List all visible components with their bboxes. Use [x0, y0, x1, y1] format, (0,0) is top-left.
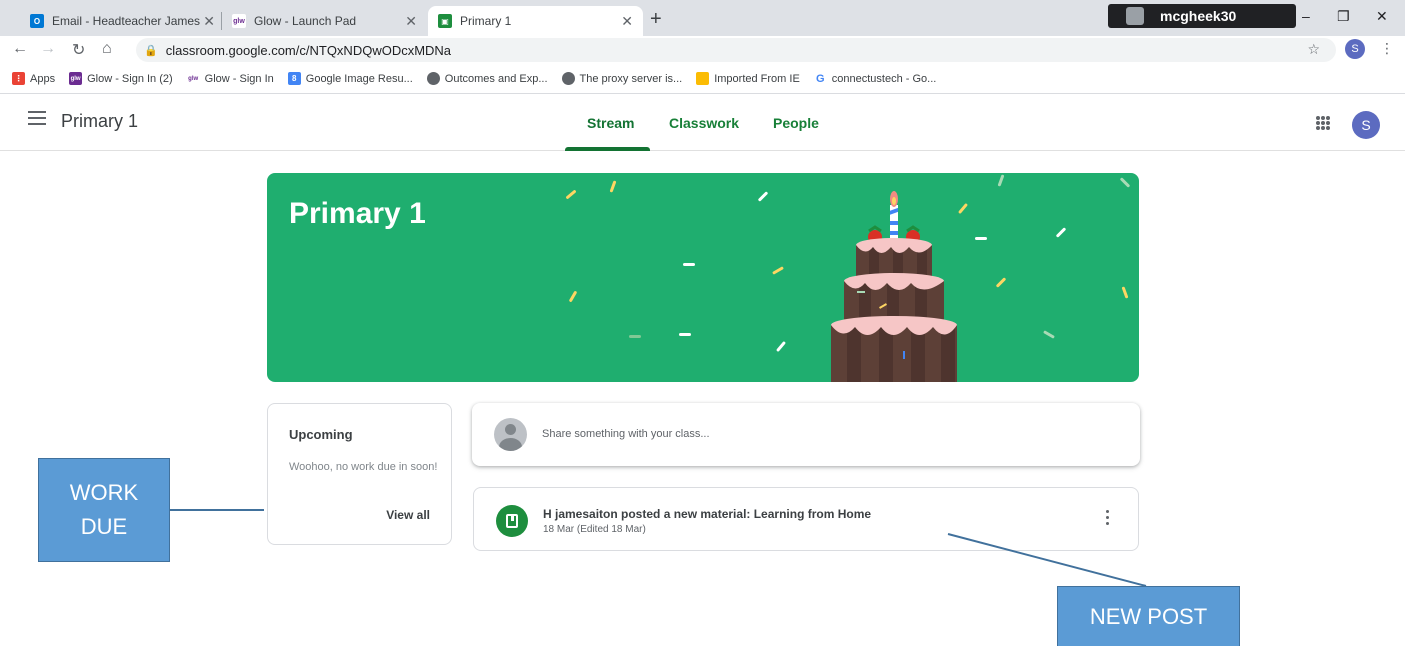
- new-post-callout: NEW POST: [1057, 586, 1240, 646]
- annotation-lines: [170, 509, 1147, 587]
- new-post-pointer: [947, 533, 1147, 587]
- work-due-callout: WORK DUE: [38, 458, 170, 562]
